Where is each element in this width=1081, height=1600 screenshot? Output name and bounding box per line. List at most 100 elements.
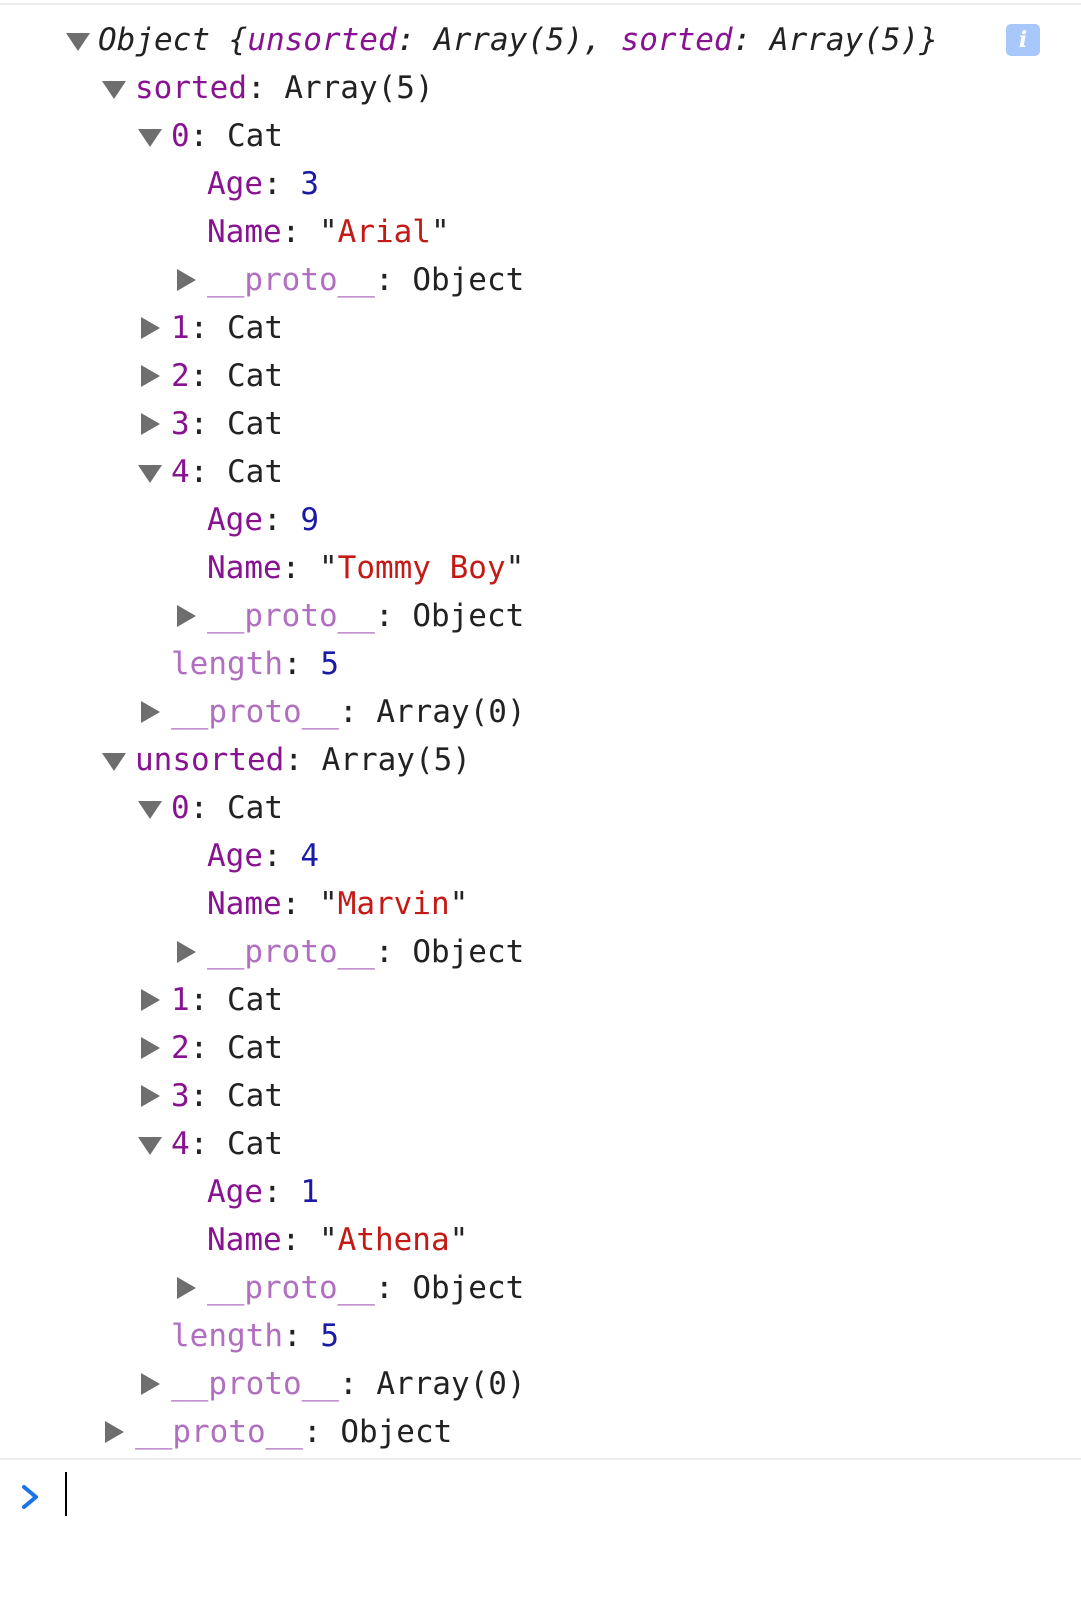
colon: : — [281, 550, 319, 586]
index-key: 2 — [171, 1030, 190, 1066]
name-key: Name — [207, 886, 282, 922]
colon: : — [281, 1222, 319, 1258]
colon: : — [189, 1030, 227, 1066]
proto-value: Array(0) — [376, 694, 526, 730]
sorted-item-0-row[interactable]: 0: Cat — [0, 112, 1081, 160]
colon: : — [281, 886, 319, 922]
age-key: Age — [207, 166, 263, 202]
collapse-triangle-icon[interactable] — [138, 688, 162, 736]
sorted-item-4-row[interactable]: 4: Cat — [0, 448, 1081, 496]
collapse-triangle-icon[interactable] — [138, 1024, 162, 1072]
expand-triangle-icon[interactable] — [66, 16, 90, 64]
unsorted-row[interactable]: unsorted: Array(5) — [0, 736, 1081, 784]
proto-key: __proto__ — [171, 1366, 339, 1402]
collapse-triangle-icon[interactable] — [138, 304, 162, 352]
colon: : — [189, 358, 227, 394]
root-object-summary[interactable]: Object {unsorted: Array(5), sorted: Arra… — [98, 16, 938, 64]
quote: " — [449, 1222, 469, 1258]
colon: : — [338, 1366, 377, 1402]
collapse-triangle-icon[interactable] — [102, 1408, 126, 1456]
collapse-triangle-icon[interactable] — [138, 400, 162, 448]
unsorted-item-4-row[interactable]: 4: Cat — [0, 1120, 1081, 1168]
colon: : — [374, 598, 413, 634]
colon: : — [263, 166, 301, 202]
root-object-row[interactable]: Object {unsorted: Array(5), sorted: Arra… — [0, 16, 1081, 64]
collapse-triangle-icon[interactable] — [174, 256, 198, 304]
expand-triangle-icon[interactable] — [138, 784, 162, 832]
index-key: 1 — [171, 982, 190, 1018]
age-value: 9 — [300, 502, 319, 538]
colon: : — [189, 1078, 227, 1114]
proto-value: Object — [340, 1414, 453, 1450]
console-prompt[interactable] — [0, 1458, 1081, 1535]
collapse-triangle-icon[interactable] — [138, 976, 162, 1024]
expand-triangle-icon[interactable] — [102, 64, 126, 112]
colon: : — [263, 838, 301, 874]
colon: : — [282, 646, 321, 682]
expand-triangle-icon[interactable] — [138, 448, 162, 496]
info-icon[interactable]: i — [1006, 24, 1040, 56]
unsorted-item-4-proto-row[interactable]: __proto__: Object — [0, 1264, 1081, 1312]
colon: : — [338, 694, 377, 730]
sorted-item-2-row[interactable]: 2: Cat — [0, 352, 1081, 400]
sorted-item-1-row[interactable]: 1: Cat — [0, 304, 1081, 352]
type-value: Cat — [227, 406, 283, 442]
proto-value: Object — [412, 1270, 525, 1306]
unsorted-item-0-age-row: Age: 4 — [0, 832, 1081, 880]
sorted-item-3-row[interactable]: 3: Cat — [0, 400, 1081, 448]
colon: : — [189, 454, 227, 490]
unsorted-proto-row[interactable]: __proto__: Array(0) — [0, 1360, 1081, 1408]
quote: " — [318, 214, 338, 250]
colon: : — [284, 742, 322, 778]
collapse-triangle-icon[interactable] — [174, 592, 198, 640]
colon: : — [246, 70, 285, 106]
age-key: Age — [207, 1174, 263, 1210]
root-proto-row[interactable]: __proto__: Object — [0, 1408, 1081, 1456]
unsorted-item-2-row[interactable]: 2: Cat — [0, 1024, 1081, 1072]
proto-key: __proto__ — [207, 934, 375, 970]
name-value: Marvin — [337, 886, 450, 922]
sorted-proto-row[interactable]: __proto__: Array(0) — [0, 688, 1081, 736]
index-key: 4 — [171, 1126, 190, 1162]
type-value: Cat — [227, 358, 283, 394]
sorted-item-4-name-row: Name: "Tommy Boy" — [0, 544, 1081, 592]
sorted-item-4-proto-row[interactable]: __proto__: Object — [0, 592, 1081, 640]
expand-triangle-icon[interactable] — [102, 736, 126, 784]
collapse-triangle-icon[interactable] — [138, 1072, 162, 1120]
sorted-row[interactable]: sorted: Array(5) — [0, 64, 1081, 112]
name-value: Tommy Boy — [337, 550, 506, 586]
unsorted-item-0-row[interactable]: 0: Cat — [0, 784, 1081, 832]
property-key: unsorted — [135, 742, 285, 778]
collapse-triangle-icon[interactable] — [174, 1264, 198, 1312]
length-key: length — [171, 646, 283, 682]
colon: : — [189, 310, 227, 346]
length-key: length — [171, 1318, 283, 1354]
expand-triangle-icon[interactable] — [138, 112, 162, 160]
text-caret — [65, 1472, 67, 1516]
console-input[interactable] — [64, 1468, 1064, 1524]
chevron-right-icon — [22, 1485, 38, 1509]
sorted-item-0-proto-row[interactable]: __proto__: Object — [0, 256, 1081, 304]
top-divider — [0, 3, 1081, 5]
collapse-triangle-icon[interactable] — [138, 1360, 162, 1408]
type-value: Cat — [227, 1078, 283, 1114]
collapse-triangle-icon[interactable] — [138, 352, 162, 400]
proto-key: __proto__ — [207, 1270, 375, 1306]
console-output: Object {unsorted: Array(5), sorted: Arra… — [0, 16, 1081, 1456]
sorted-length-row: length: 5 — [0, 640, 1081, 688]
unsorted-item-3-row[interactable]: 3: Cat — [0, 1072, 1081, 1120]
unsorted-item-1-row[interactable]: 1: Cat — [0, 976, 1081, 1024]
type-value: Cat — [227, 790, 283, 826]
unsorted-item-4-name-row: Name: "Athena" — [0, 1216, 1081, 1264]
age-value: 4 — [300, 838, 319, 874]
collapse-triangle-icon[interactable] — [174, 928, 198, 976]
unsorted-item-0-proto-row[interactable]: __proto__: Object — [0, 928, 1081, 976]
colon: : — [189, 1126, 227, 1162]
index-key: 4 — [171, 454, 190, 490]
summary-brace: { — [209, 22, 248, 58]
length-value: 5 — [320, 1318, 339, 1354]
age-value: 3 — [300, 166, 319, 202]
colon: : — [374, 1270, 413, 1306]
summary-key-unsorted: unsorted — [247, 22, 397, 58]
expand-triangle-icon[interactable] — [138, 1120, 162, 1168]
